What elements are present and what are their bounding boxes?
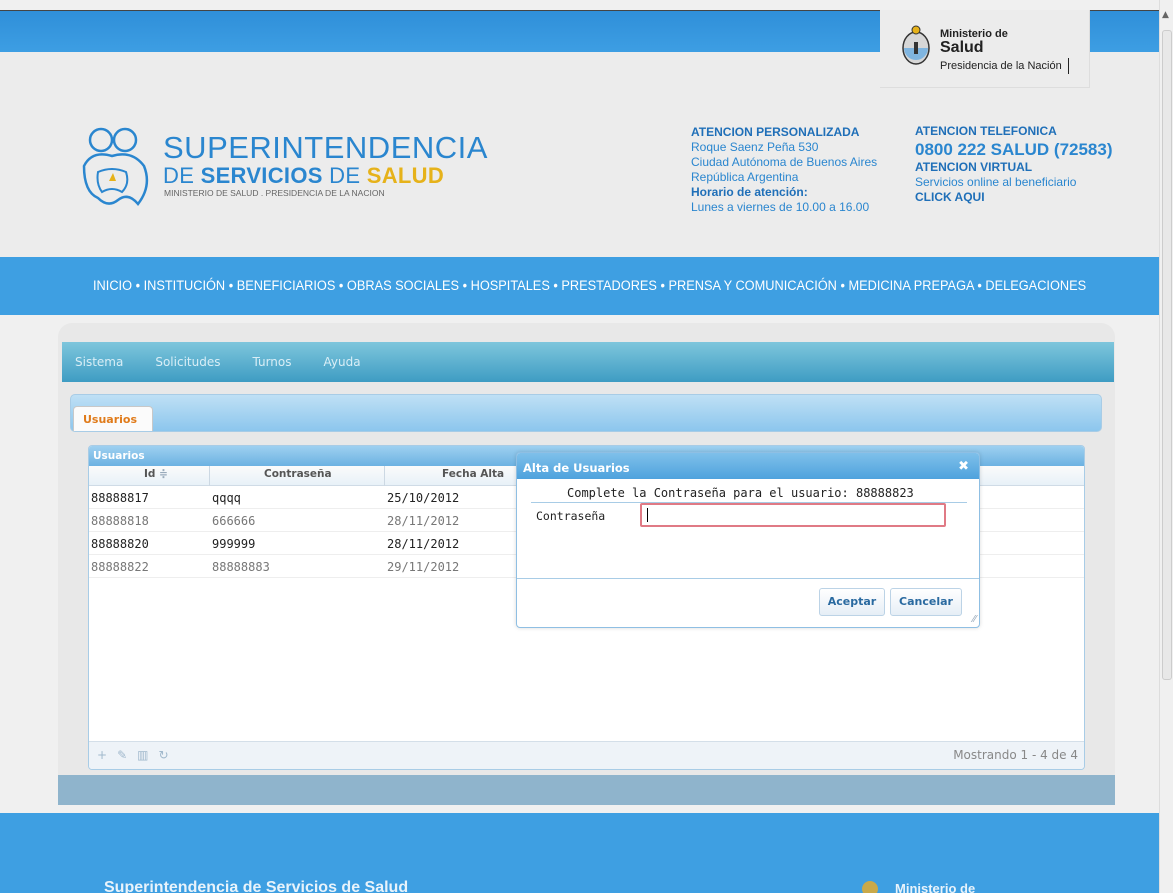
delete-icon[interactable]: ▥ (137, 748, 148, 762)
footer-ministry: Ministerio de (895, 881, 976, 893)
brand-title: SUPERINTENDENCIA (163, 130, 488, 165)
attention-hours-label: Horario de atención: (691, 185, 808, 199)
menu-ayuda[interactable]: Ayuda (324, 355, 361, 369)
cell-date: 28/11/2012 (387, 537, 460, 551)
scrollbar[interactable]: ▲ (1159, 0, 1173, 893)
cell-password: qqqq (212, 491, 241, 505)
national-seal-icon (902, 25, 930, 65)
virtual-text: Servicios online al beneficiario (915, 175, 1077, 189)
cell-password: 999999 (212, 537, 256, 551)
text-caret (647, 508, 648, 522)
attention-address1: Roque Saenz Peña 530 (691, 140, 819, 154)
page: Ministerio de Salud Presidencia de la Na… (0, 0, 1173, 893)
main-nav: INICIO • INSTITUCIÓN • BENEFICIARIOS • O… (0, 257, 1159, 315)
close-icon[interactable]: ✖ (958, 459, 969, 474)
app-menubar: Sistema Solicitudes Turnos Ayuda (62, 342, 1114, 382)
site-footer: Superintendencia de Servicios de Salud M… (0, 813, 1159, 893)
refresh-icon[interactable]: ↻ (158, 748, 168, 762)
menu-turnos[interactable]: Turnos (252, 355, 291, 369)
menu-solicitudes[interactable]: Solicitudes (155, 355, 220, 369)
footer-seal-icon (862, 881, 878, 893)
column-separator (209, 466, 210, 486)
column-header-id-label: Id (144, 468, 156, 480)
scrollbar-thumb[interactable] (1162, 30, 1172, 680)
brand-subtitle: DE SERVICIOS DE SALUD (163, 163, 444, 189)
attention-hours: Lunes a viernes de 10.00 a 16.00 (691, 200, 870, 214)
tab-strip (70, 394, 1102, 432)
brand-tagline: MINISTERIO DE SALUD . PRESIDENCIA DE LA … (164, 188, 385, 198)
brand-servicios: SERVICIOS (200, 163, 323, 188)
attention-address3: República Argentina (691, 170, 799, 184)
cancel-button[interactable]: Cancelar (890, 588, 962, 616)
cell-password: 88888883 (212, 560, 270, 574)
tab-usuarios[interactable]: Usuarios (73, 406, 153, 431)
password-input[interactable] (640, 503, 946, 527)
add-icon[interactable]: + (97, 748, 107, 762)
cell-id: 88888817 (91, 491, 149, 505)
attention-title: ATENCION PERSONALIZADA (691, 125, 860, 139)
sss-logo-icon[interactable] (78, 126, 158, 208)
ministry-logo[interactable]: Ministerio de Salud Presidencia de la Na… (880, 10, 1090, 88)
virtual-title: ATENCION VIRTUAL (915, 160, 1033, 174)
ministry-line3: Presidencia de la Nación (938, 58, 1069, 74)
phone-number: 0800 222 SALUD (72583) (915, 140, 1113, 159)
column-header-date[interactable]: Fecha Alta (442, 468, 504, 480)
cell-password: 666666 (212, 514, 256, 528)
dialog-message: Complete la Contraseña para el usuario: … (567, 486, 914, 500)
menu-sistema[interactable]: Sistema (75, 355, 123, 369)
cell-date: 25/10/2012 (387, 491, 460, 505)
dialog-title-bar[interactable]: Alta de Usuarios ✖ (517, 453, 979, 479)
click-here-link[interactable]: CLICK AQUI (915, 190, 985, 204)
cell-id: 88888818 (91, 514, 149, 528)
cell-id: 88888822 (91, 560, 149, 574)
accept-button[interactable]: Aceptar (819, 588, 885, 616)
divider (517, 578, 979, 579)
edit-icon[interactable]: ✎ (117, 748, 127, 762)
add-user-dialog: Alta de Usuarios ✖ Complete la Contraseñ… (516, 452, 980, 628)
ministry-line2: Salud (940, 39, 984, 56)
brand-de-2: DE (329, 163, 361, 188)
attention-address2: Ciudad Autónoma de Buenos Aires (691, 155, 878, 169)
sort-asc-icon: ≑ (159, 468, 168, 480)
footer-org: Superintendencia de Servicios de Salud (104, 879, 409, 893)
column-separator (384, 466, 385, 486)
password-label: Contraseña (536, 509, 606, 523)
phone-title: ATENCION TELEFONICA (915, 124, 1057, 138)
brand-de: DE (163, 163, 195, 188)
dialog-title: Alta de Usuarios (523, 461, 630, 475)
brand-salud: SALUD (366, 163, 445, 188)
cell-id: 88888820 (91, 537, 149, 551)
cell-date: 28/11/2012 (387, 514, 460, 528)
scroll-up-icon[interactable]: ▲ (1162, 10, 1169, 20)
panel-bottom-bar (58, 775, 1115, 805)
grid-record-count: Mostrando 1 - 4 de 4 (953, 748, 1078, 762)
attention-info: ATENCION PERSONALIZADA Roque Saenz Peña … (691, 125, 877, 215)
cell-date: 29/11/2012 (387, 560, 460, 574)
phone-info: ATENCION TELEFONICA 0800 222 SALUD (7258… (915, 124, 1113, 205)
column-header-id[interactable]: Id ≑ (144, 468, 168, 480)
column-header-password[interactable]: Contraseña (264, 468, 332, 480)
main-nav-links[interactable]: INICIO • INSTITUCIÓN • BENEFICIARIOS • O… (93, 278, 1086, 294)
grid-toolbar: + ✎ ▥ ↻ (97, 748, 169, 762)
resize-handle-icon[interactable]: ⁄⁄ (973, 614, 976, 625)
grid-footer: + ✎ ▥ ↻ Mostrando 1 - 4 de 4 (89, 741, 1084, 769)
